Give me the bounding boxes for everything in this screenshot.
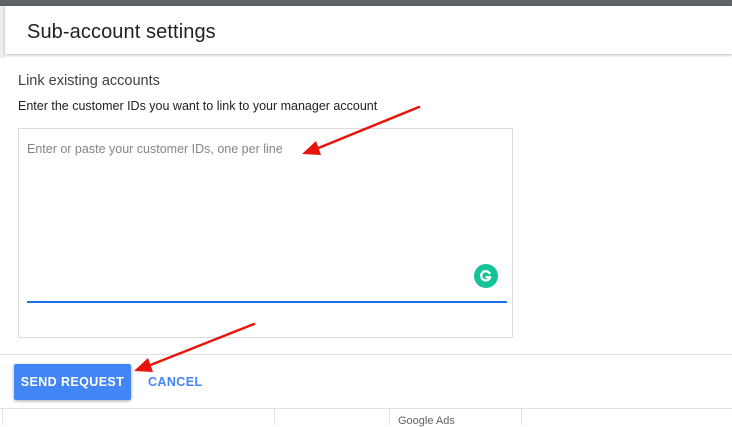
column-separator: [521, 409, 522, 425]
actions-divider: [0, 354, 732, 355]
accounts-table-header: Google Ads: [0, 408, 732, 427]
column-separator: [274, 409, 275, 425]
input-underline: [27, 301, 507, 303]
grammarly-icon[interactable]: [474, 264, 498, 288]
section-title: Link existing accounts: [18, 73, 160, 89]
column-separator: [389, 409, 390, 425]
link-accounts-panel: Link existing accounts Enter the custome…: [0, 56, 732, 427]
grammarly-g-glyph: [480, 270, 492, 282]
section-description: Enter the customer IDs you want to link …: [18, 99, 378, 113]
customer-ids-box: [18, 128, 513, 338]
dialog-header: Sub-account settings: [5, 6, 732, 54]
customer-ids-input[interactable]: [27, 140, 505, 302]
page-title: Sub-account settings: [27, 21, 216, 43]
cancel-button[interactable]: CANCEL: [140, 364, 210, 400]
column-header-google-ads: Google Ads: [398, 415, 455, 427]
send-request-button[interactable]: SEND REQUEST: [14, 364, 131, 400]
column-separator: [2, 409, 3, 425]
